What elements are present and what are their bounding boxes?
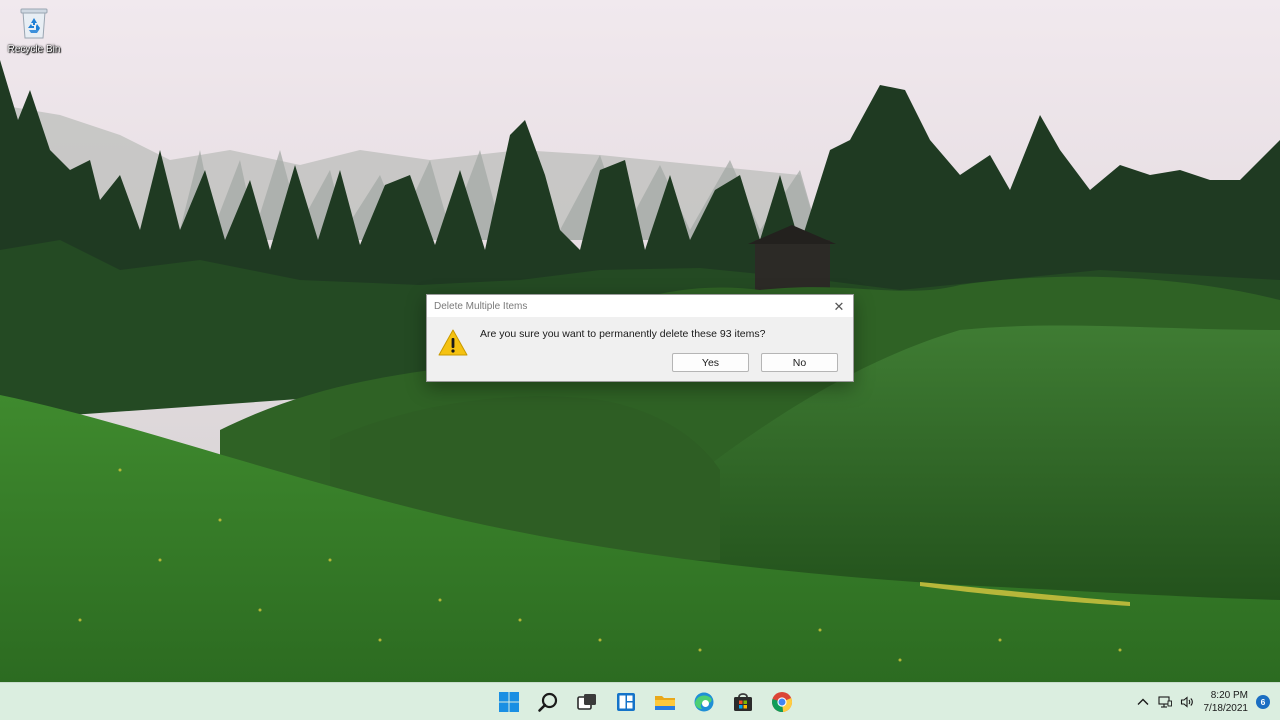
dialog-titlebar[interactable]: Delete Multiple Items ✕	[427, 295, 853, 317]
taskbar: 8:20 PM 7/18/2021 6	[0, 682, 1280, 720]
volume-icon	[1180, 696, 1193, 708]
windows-start-icon	[499, 692, 519, 712]
no-button[interactable]: No	[761, 353, 838, 372]
widgets-icon	[617, 693, 635, 711]
widgets-button[interactable]	[611, 687, 641, 717]
taskbar-pinned-apps	[494, 687, 797, 717]
search-icon	[538, 692, 558, 712]
network-icon	[1157, 696, 1172, 708]
folder-icon	[655, 696, 675, 710]
volume-button[interactable]	[1176, 690, 1198, 714]
store-icon	[734, 693, 752, 711]
delete-confirmation-dialog: Delete Multiple Items ✕ Are you sure you…	[426, 294, 854, 382]
desktop-icon-recycle-bin[interactable]: Recycle Bin	[4, 4, 64, 64]
edge-icon	[694, 692, 714, 712]
warning-icon	[438, 329, 468, 356]
file-explorer-button[interactable]	[650, 687, 680, 717]
network-button[interactable]	[1154, 690, 1176, 714]
system-tray: 8:20 PM 7/18/2021 6	[1132, 683, 1270, 720]
edge-button[interactable]	[689, 687, 719, 717]
task-view-button[interactable]	[572, 687, 602, 717]
store-button[interactable]	[728, 687, 758, 717]
start-button[interactable]	[494, 687, 524, 717]
search-button[interactable]	[533, 687, 563, 717]
dialog-title: Delete Multiple Items	[434, 300, 528, 312]
dialog-message: Are you sure you want to permanently del…	[480, 328, 766, 340]
chrome-icon	[772, 692, 793, 713]
task-view-icon	[577, 694, 596, 710]
notification-badge[interactable]: 6	[1256, 695, 1270, 709]
desktop-icon-label: Recycle Bin	[7, 44, 61, 55]
recycle-bin-icon	[20, 8, 48, 39]
clock-date: 7/18/2021	[1203, 703, 1249, 714]
chrome-button[interactable]	[767, 687, 797, 717]
chevron-up-icon	[1137, 698, 1148, 705]
dialog-body: Are you sure you want to permanently del…	[427, 317, 853, 381]
show-hidden-icons-button[interactable]	[1132, 690, 1154, 714]
close-icon[interactable]: ✕	[831, 298, 847, 314]
yes-button[interactable]: Yes	[672, 353, 749, 372]
clock-time: 8:20 PM	[1210, 690, 1248, 701]
taskbar-clock[interactable]: 8:20 PM 7/18/2021	[1204, 689, 1249, 715]
